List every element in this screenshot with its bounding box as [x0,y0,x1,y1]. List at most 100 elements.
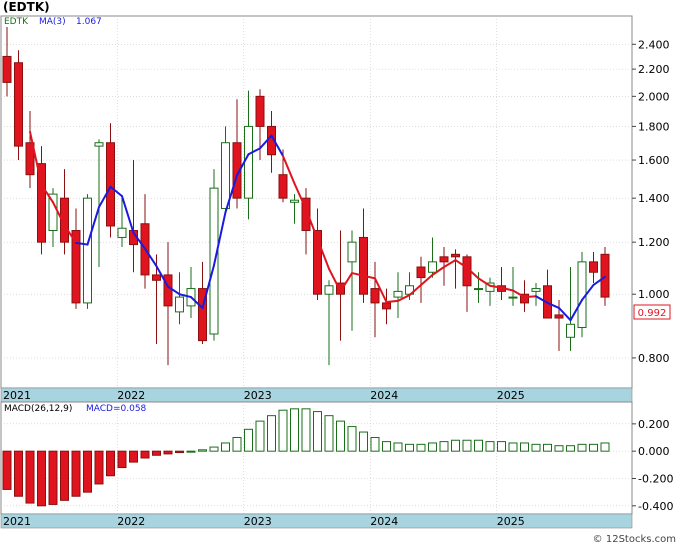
macd-bar [416,443,426,452]
macd-bar [336,420,345,452]
candle-body [106,142,115,227]
macd-bar [129,450,138,463]
candle-body [416,266,426,279]
price-y-tick-label: 1.000 [638,288,670,301]
macd-bar [37,450,46,507]
macd-bar [48,450,58,505]
ma-segment [385,299,399,304]
macd-bar [175,450,184,454]
candle-body [589,261,598,273]
candle-body [221,142,230,210]
candle-body [370,288,380,304]
macd-bar [14,450,23,497]
price-x-tick-label: 2021 [3,389,31,402]
price-y-tick-label: 1.600 [638,154,670,167]
macd-bar [301,408,311,452]
macd-bar [577,443,587,452]
price-y-tick-label: 2.000 [638,90,670,103]
macd-bar [439,441,449,452]
candle-body [600,253,610,298]
macd-bar [60,450,69,501]
price-x-tick-label: 2023 [244,389,272,402]
macd-bar [405,443,414,452]
macd-bar [106,450,115,477]
macd-bar [508,442,518,452]
price-x-tick-label: 2024 [370,389,398,402]
candle-body [508,296,518,299]
price-x-axis-band [0,387,633,403]
macd-bar [313,411,322,452]
macd-bar [347,426,357,452]
price-panel [0,15,633,389]
macd-bar [94,450,104,485]
macd-y-tick-label: 0.200 [638,418,670,431]
macd-y-tick-label: 0.000 [638,445,670,458]
candle-body [117,227,127,238]
macd-bar [198,449,207,452]
macd-x-tick-label: 2023 [244,515,272,528]
stock-chart: (EDTK) 2.400 2.200 2.000 1.800 1.600 1.400 1.2… [0,0,676,545]
candle-body [152,274,161,281]
macd-bar [531,443,541,452]
candle-body [244,125,253,199]
macd-x-tick-label: 2024 [370,515,398,528]
candle-body [14,62,23,147]
macd-bar [186,450,196,453]
ma-segment [523,295,537,299]
macd-y-tick-label: -0.400 [638,500,673,513]
candle-body [566,323,575,338]
macd-bar [83,450,92,493]
macd-bar [382,441,391,452]
macd-bar [267,415,276,452]
candle-body [359,236,368,295]
macd-bar [140,450,150,459]
legend-ma-value: 1.067 [76,17,102,27]
macd-x-axis-band [0,513,633,529]
macd-bar [462,439,472,452]
candle-body [83,197,92,304]
macd-bar [497,441,506,452]
candle-body [2,55,12,83]
candle-body [577,261,587,328]
candle-body [554,314,564,319]
price-x-tick-label: 2022 [117,389,145,402]
watermark: © 12Stocks.com [593,534,676,545]
candle-body [428,261,437,273]
macd-bar [163,450,173,455]
last-price-label: 0.992 [638,308,667,319]
macd-bar [278,409,288,452]
candle-body [278,174,288,199]
macd-bar [589,443,598,452]
macd-bar [255,420,265,452]
price-y-tick-label: 0.800 [638,352,670,365]
macd-bar [554,445,564,452]
candle-body [290,199,299,203]
candle-body [163,274,173,307]
macd-legend-label: MACD(26,12,9) [4,404,72,414]
macd-bar [25,450,35,504]
macd-bar [370,437,380,452]
price-y-tick-label: 2.400 [638,38,670,51]
macd-bar [474,439,483,452]
candle-body [255,95,265,127]
macd-bar [244,428,253,452]
candle-body [94,142,104,147]
macd-bar [71,450,81,497]
candle-body [175,296,184,313]
macd-bar [221,442,230,452]
macd-bar [393,442,403,452]
candle-body [451,253,460,258]
macd-bar [290,408,299,452]
candle-body [439,256,449,263]
macd-bar [485,441,495,452]
candle-body [393,290,403,298]
macd-bar [324,415,334,452]
candle-body [324,285,334,295]
macd-bar [566,445,575,452]
candle-body [382,302,391,310]
price-y-tick-label: 1.200 [638,236,670,249]
price-y-tick-label: 1.800 [638,120,670,133]
page-title: (EDTK) [3,0,50,14]
macd-bar [520,442,529,452]
legend-ma-label: MA(3) [39,17,66,27]
